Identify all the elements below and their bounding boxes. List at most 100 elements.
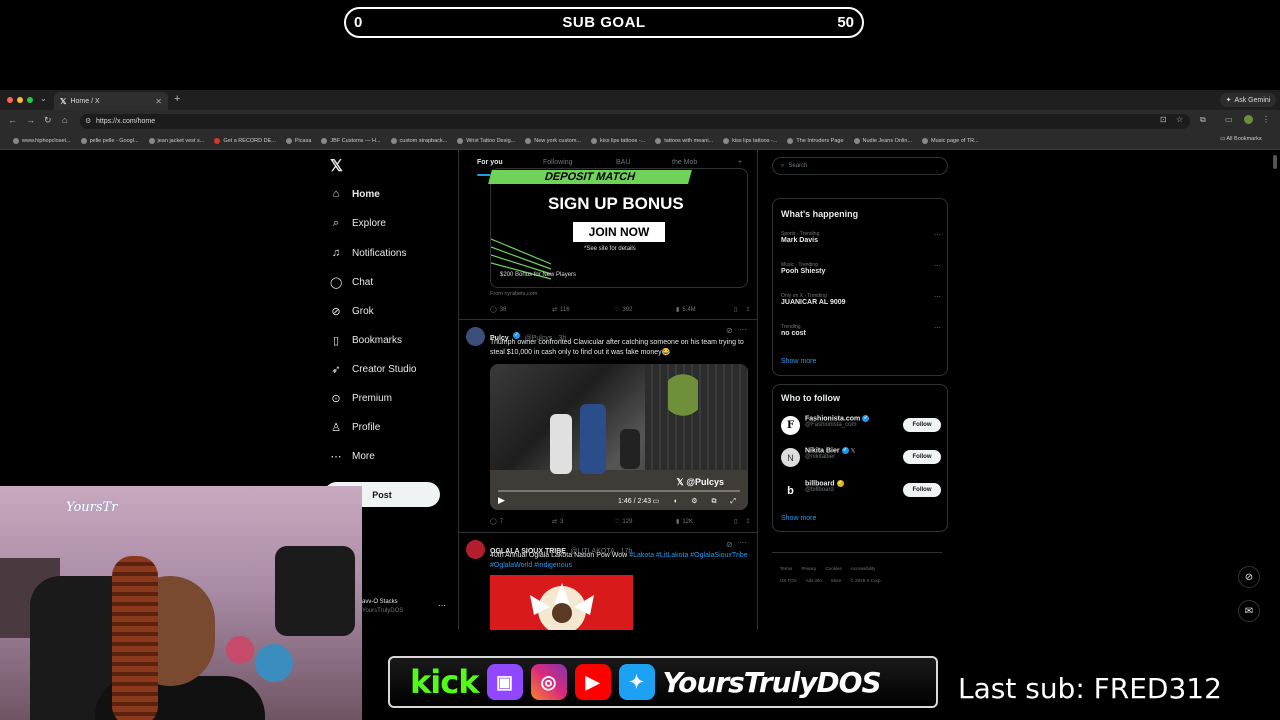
follow-button[interactable]: Follow	[903, 450, 941, 464]
follow-suggestion[interactable]: F Fashionista.com ✓ @Fashionista_com Fol…	[781, 415, 941, 435]
nav-home[interactable]: ⌂ Home	[330, 188, 380, 200]
nav-notifications[interactable]: ♫ Notifications	[330, 247, 407, 259]
avatar[interactable]	[466, 327, 485, 346]
bookmark-item[interactable]: www.hiphopcloset...	[8, 137, 76, 144]
reload-icon[interactable]: ↻	[44, 115, 52, 126]
reply-button[interactable]: ◯ 38	[490, 306, 552, 314]
trend-item[interactable]: Sports · Trending Mark Davis ⋯	[781, 231, 941, 244]
trend-item[interactable]: Trending no cost ⋯	[781, 324, 941, 337]
site-info-icon[interactable]: ⚙	[85, 117, 91, 125]
trend-more-icon[interactable]: ⋯	[934, 262, 941, 270]
bookmark-item[interactable]: New york custom...	[520, 137, 586, 144]
account-more-icon[interactable]: ⋯	[438, 601, 446, 610]
trend-more-icon[interactable]: ⋯	[934, 231, 941, 239]
footer-link[interactable]: Privacy	[802, 566, 817, 571]
follow-show-more-link[interactable]: Show more	[781, 515, 816, 522]
like-button[interactable]: ♡ 129	[614, 518, 676, 526]
account-switcher[interactable]: avv-O Stacks YoursTrulyDOS	[362, 598, 403, 616]
browser-menu-icon[interactable]: ⋮	[1262, 115, 1270, 124]
bookmark-item[interactable]: The Intruders Page	[782, 137, 848, 144]
trend-more-icon[interactable]: ⋯	[934, 324, 941, 332]
like-button[interactable]: ♡ 392	[614, 306, 676, 314]
nav-more[interactable]: ⋯ More	[330, 450, 375, 463]
all-bookmarks-button[interactable]: ▭ All Bookmarks	[1220, 136, 1262, 142]
close-window-icon[interactable]	[7, 97, 13, 103]
search-input[interactable]: ⌕ Search	[772, 157, 948, 175]
nav-premium[interactable]: ⊙ Premium	[330, 392, 392, 405]
install-icon[interactable]: ⊡	[1160, 115, 1167, 124]
bookmark-item[interactable]: pelle pelle - Googl...	[76, 137, 144, 144]
messages-floating-icon[interactable]: ✉	[1238, 600, 1260, 622]
bookmark-item[interactable]: Picasa	[281, 137, 317, 144]
bookmark-star-icon[interactable]: ☆	[1176, 115, 1183, 124]
close-tab-icon[interactable]: ✕	[155, 97, 162, 106]
tweet-image[interactable]	[490, 575, 633, 630]
footer-link[interactable]: Terms	[780, 566, 792, 571]
share-icon[interactable]: ⇪	[745, 518, 750, 525]
nav-profile[interactable]: ♙ Profile	[330, 421, 380, 434]
extensions-icon[interactable]: ⧉	[1200, 115, 1206, 125]
page-scrollbar-thumb[interactable]	[1273, 155, 1277, 169]
tab-search-icon[interactable]: ⌄	[40, 94, 47, 103]
nav-bookmarks[interactable]: ▯ Bookmarks	[330, 334, 402, 347]
tab-following[interactable]: Following	[543, 159, 573, 166]
nav-chat[interactable]: ◯ Chat	[330, 276, 373, 289]
forward-icon[interactable]: →	[26, 115, 35, 125]
x-logo-icon[interactable]: 𝕏	[330, 156, 343, 176]
tweet-more-icon[interactable]: ⋯	[739, 538, 747, 547]
trends-show-more-link[interactable]: Show more	[781, 358, 816, 365]
share-icon[interactable]: ⇪	[745, 306, 750, 313]
footer-link[interactable]: US TOA	[780, 578, 797, 583]
nav-creator-studio[interactable]: ➶ Creator Studio	[330, 363, 416, 376]
repost-button[interactable]: ⇄ 3	[552, 518, 614, 526]
bookmark-item[interactable]: Wrist Tattoo Desig...	[452, 137, 520, 144]
back-icon[interactable]: ←	[8, 115, 17, 125]
video-controls[interactable]: ▭ ◖ ⚙ ⧉ ⤢	[653, 497, 743, 506]
minimize-window-icon[interactable]	[17, 97, 23, 103]
tab-bau[interactable]: BAU	[616, 159, 630, 166]
bookmark-item[interactable]: kiss lips tattoos -...	[586, 137, 650, 144]
grok-tweet-icon[interactable]: ⊘	[726, 326, 733, 335]
bookmark-item[interactable]: jean jacket vest s...	[144, 137, 210, 144]
tab-for-you[interactable]: For you	[477, 159, 503, 166]
tab-the-mob[interactable]: the Mob	[672, 159, 697, 166]
play-icon[interactable]: ▶	[498, 495, 505, 506]
nav-explore[interactable]: ⌕ Explore	[330, 217, 386, 230]
trend-more-icon[interactable]: ⋯	[934, 293, 941, 301]
profile-avatar-icon[interactable]	[1244, 115, 1253, 124]
bookmark-item[interactable]: kiss lips tattoos -...	[718, 137, 782, 144]
grok-tweet-icon[interactable]: ⊘	[726, 540, 733, 549]
views-button[interactable]: ▮ 5.4M	[676, 306, 738, 314]
follow-button[interactable]: Follow	[903, 483, 941, 497]
follow-suggestion[interactable]: b billboard ✓ @billboard Follow	[781, 480, 941, 500]
add-tab-icon[interactable]: +	[738, 159, 742, 166]
bookmark-item[interactable]: JBF Customs — H...	[316, 137, 385, 144]
bookmark-tweet-icon[interactable]: ▯	[734, 518, 737, 525]
repost-button[interactable]: ⇄ 116	[552, 306, 614, 314]
new-tab-icon[interactable]: +	[174, 93, 180, 105]
trend-item[interactable]: Music · Trending Pooh Shiesty ⋯	[781, 262, 941, 275]
views-button[interactable]: ▮ 12K	[676, 518, 738, 526]
grok-floating-icon[interactable]: ⊘	[1238, 566, 1260, 588]
trend-item[interactable]: Only on X · Trending JUANICAR AL 9009 ⋯	[781, 293, 941, 306]
tweet-video[interactable]: 𝕏 @Pulcys ▶ 1:46 / 2:43 ▭ ◖ ⚙ ⧉ ⤢	[490, 364, 748, 510]
bookmark-item[interactable]: Music page of TR...	[917, 137, 984, 144]
follow-button[interactable]: Follow	[903, 418, 941, 432]
ask-gemini-button[interactable]: ✦ Ask Gemini	[1220, 93, 1276, 107]
bookmark-item[interactable]: custom strapback...	[386, 137, 453, 144]
tweet-more-icon[interactable]: ⋯	[739, 325, 747, 334]
avatar[interactable]	[466, 540, 485, 559]
browser-tab-active[interactable]: 𝕏 Home / X ✕	[54, 92, 168, 110]
footer-link[interactable]: More	[831, 578, 841, 583]
bookmark-tweet-icon[interactable]: ▯	[734, 306, 737, 313]
bookmark-item[interactable]: Nudie Jeans Onlin...	[849, 137, 918, 144]
ad-join-now-button[interactable]: JOIN NOW	[573, 222, 665, 242]
follow-suggestion[interactable]: N Nikita Bier ✓ 𝕏 @nikitabier Follow	[781, 447, 941, 467]
home-browser-icon[interactable]: ⌂	[62, 115, 67, 125]
bookmark-item[interactable]: tattoos with meani...	[650, 137, 718, 144]
reply-button[interactable]: ◯ 7	[490, 518, 552, 526]
maximize-window-icon[interactable]	[27, 97, 33, 103]
bookmark-item[interactable]: Get a RECORD DE...	[209, 137, 281, 144]
footer-link[interactable]: Ads info	[806, 578, 822, 583]
ad-source[interactable]: From nyrabets.com	[490, 291, 537, 297]
